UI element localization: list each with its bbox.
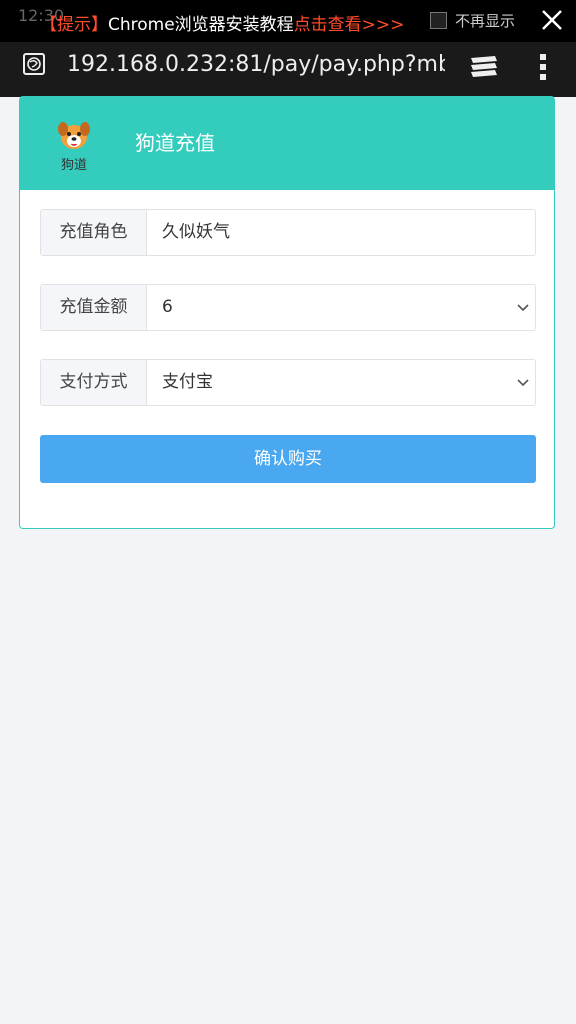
menu-dots-icon[interactable] xyxy=(538,52,550,82)
chevron-down-icon[interactable] xyxy=(517,377,529,387)
amount-value[interactable]: 6 xyxy=(162,285,173,330)
dog-logo-icon xyxy=(58,122,90,149)
tabs-icon[interactable] xyxy=(468,52,500,80)
page-title: 狗道充值 xyxy=(135,131,215,155)
notice-link[interactable]: 点击查看>>> xyxy=(294,15,405,35)
amount-label: 充值金额 xyxy=(41,285,147,330)
payment-method-select[interactable]: 支付方式 支付宝 xyxy=(40,359,536,406)
hide-notice-label[interactable]: 不再显示 xyxy=(455,10,515,31)
notice-text[interactable]: 【提示】Chrome浏览器安装教程点击查看>>> xyxy=(40,10,404,35)
address-bar: 192.168.0.232:81/pay/pay.php?mb=p xyxy=(0,42,576,97)
notice-tip: 【提示】 xyxy=(40,15,108,35)
confirm-purchase-button[interactable]: 确认购买 xyxy=(40,435,536,483)
role-field[interactable]: 充值角色 久似妖气 xyxy=(40,209,536,256)
payment-method-value[interactable]: 支付宝 xyxy=(162,360,213,405)
card-header: 狗道 狗道充值 xyxy=(20,97,554,190)
site-info-icon[interactable] xyxy=(23,53,45,75)
logo: 狗道 xyxy=(54,117,94,173)
notification-bar: 12:30 【提示】Chrome浏览器安装教程点击查看>>> 不再显示 xyxy=(0,0,576,42)
notice-message: Chrome浏览器安装教程 xyxy=(108,15,294,35)
amount-select[interactable]: 充值金额 6 xyxy=(40,284,536,331)
role-input[interactable]: 久似妖气 xyxy=(162,210,230,255)
close-icon[interactable] xyxy=(538,6,566,34)
recharge-card: 狗道 狗道充值 充值角色 久似妖气 充值金额 6 支付方式 支付宝 确认购买 xyxy=(19,96,555,529)
role-label: 充值角色 xyxy=(41,210,147,255)
url-field[interactable]: 192.168.0.232:81/pay/pay.php?mb=p xyxy=(67,52,445,77)
payment-method-label: 支付方式 xyxy=(41,360,147,405)
chevron-down-icon[interactable] xyxy=(517,302,529,312)
logo-text: 狗道 xyxy=(60,158,87,173)
hide-notice-checkbox[interactable] xyxy=(430,12,447,29)
